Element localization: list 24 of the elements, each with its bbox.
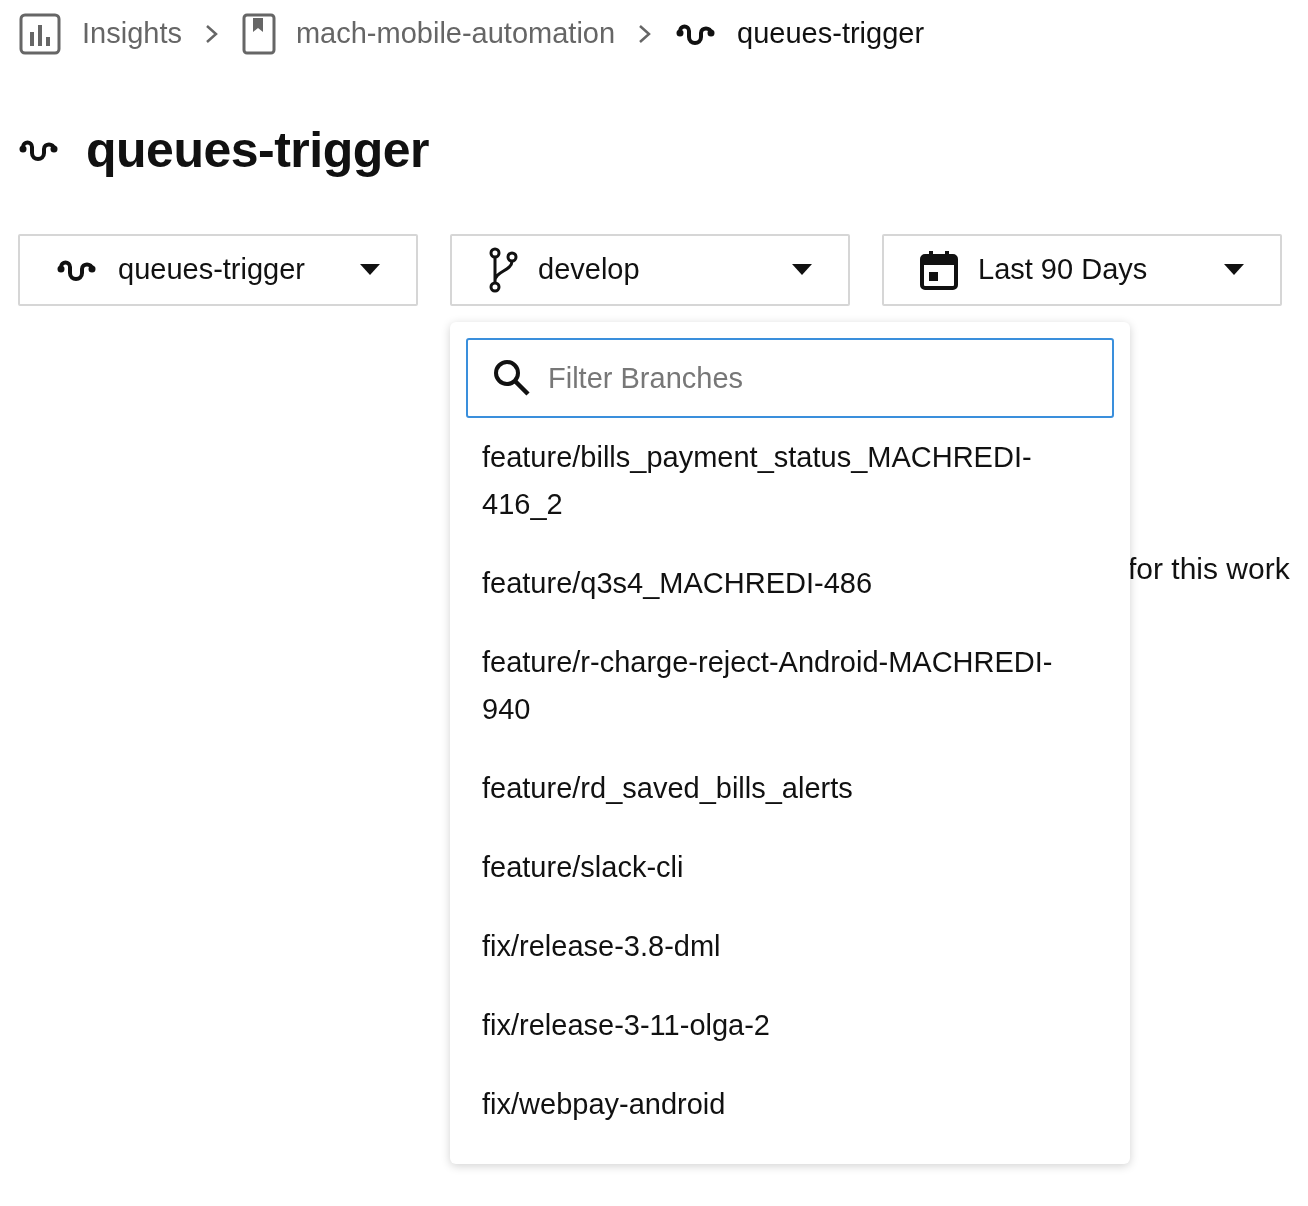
message-text: for this work xyxy=(1128,551,1290,587)
branch-option[interactable]: feature/q3s4_MACHREDI-486 xyxy=(466,544,1114,623)
caret-down-icon xyxy=(1224,264,1244,276)
chart-icon xyxy=(18,12,62,56)
branch-option[interactable]: feature/rd_saved_bills_alerts xyxy=(466,749,1114,828)
breadcrumb-link[interactable]: Insights xyxy=(18,12,182,56)
caret-down-icon xyxy=(360,264,380,276)
bookmark-icon xyxy=(241,13,276,55)
branch-option[interactable]: feature/slack-cli xyxy=(466,828,1114,907)
caret-down-icon xyxy=(792,264,812,276)
branch-option[interactable]: feature/r-charge-reject-Android-MACHREDI-940 xyxy=(466,623,1114,749)
breadcrumb-link[interactable]: queues-trigger xyxy=(675,12,925,56)
filter-dropdown[interactable]: queues-trigger xyxy=(18,234,418,306)
branch-option[interactable]: feature/bills_payment_status_MACHREDI-416_2 xyxy=(466,418,1114,544)
page-title: queues-trigger xyxy=(86,121,430,180)
filter-branches-field[interactable]: Filter Branches xyxy=(466,338,1114,418)
branch-icon xyxy=(488,247,518,293)
filter-dropdown[interactable]: develop xyxy=(450,234,850,306)
filter-dropdown[interactable]: Last 90 Days xyxy=(882,234,1282,306)
branch-option[interactable]: fix/webpay-android xyxy=(466,1065,1114,1144)
branch-option[interactable]: fix/release-3-11-olga-2 xyxy=(466,986,1114,1065)
calendar-icon xyxy=(920,250,958,290)
breadcrumb-link[interactable]: mach-mobile-automation xyxy=(241,12,616,56)
branch-option[interactable]: fix/release-3.8-dml xyxy=(466,907,1114,986)
